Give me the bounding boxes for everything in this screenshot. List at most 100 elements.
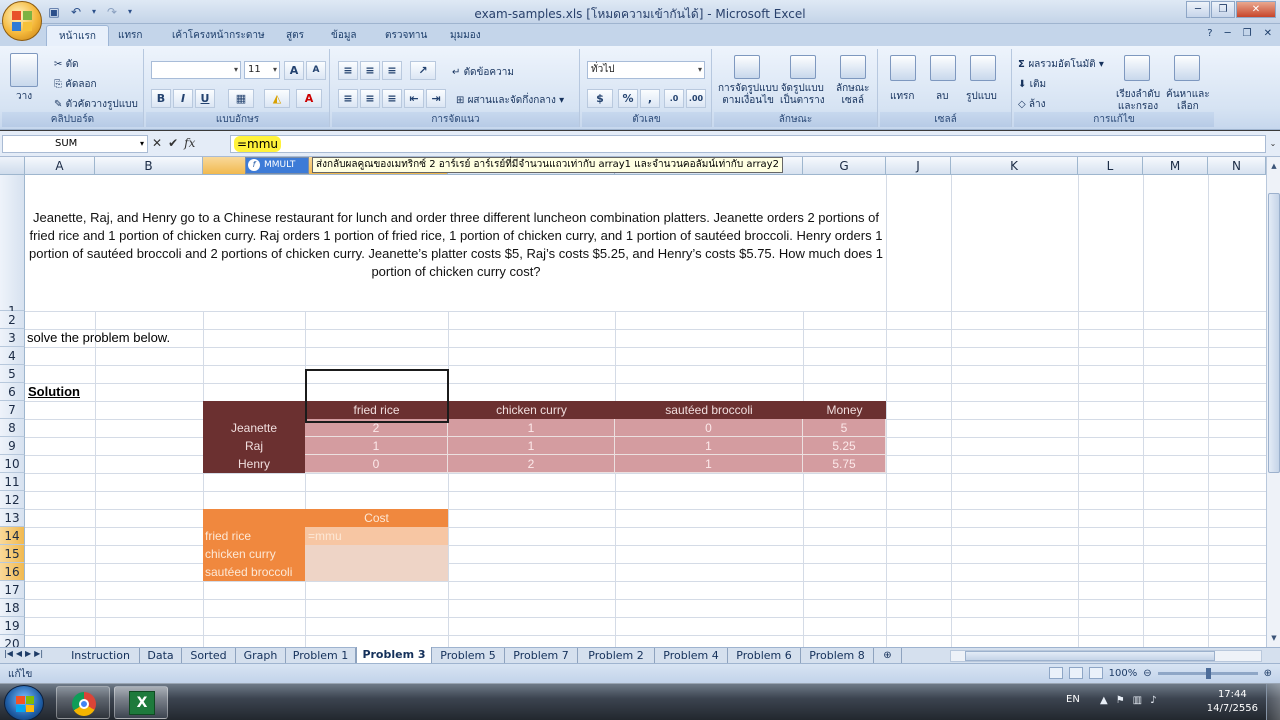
matrix-value-cell[interactable]: 5.75 (803, 455, 886, 473)
row-header[interactable]: 8 (0, 419, 25, 437)
row-header[interactable]: 15 (0, 545, 25, 563)
autosum-button[interactable]: Σ ผลรวมอัตโนมัติ ▾ (1018, 57, 1104, 72)
ribbon-minimize-icon[interactable]: ─ (1225, 28, 1231, 39)
sheet-tab-active[interactable]: Problem 3 (356, 647, 432, 664)
column-header[interactable]: M (1143, 157, 1208, 175)
row-header[interactable]: 20 (0, 635, 25, 647)
align-middle-icon[interactable]: ≡ (360, 61, 380, 80)
format-as-table-button[interactable]: จัดรูปแบบ เป็นตาราง (780, 83, 825, 107)
taskbar-chrome[interactable] (56, 686, 110, 719)
column-header[interactable]: A (25, 157, 95, 175)
formula-input[interactable]: =mmu (230, 135, 1266, 153)
row-header[interactable]: 18 (0, 599, 25, 617)
row-header[interactable]: 16 (0, 563, 25, 581)
zoom-level[interactable]: 100% (1109, 668, 1138, 679)
matrix-value-cell[interactable]: 5.25 (803, 437, 886, 455)
sheet-tab[interactable]: Sorted (182, 648, 236, 663)
vertical-scrollbar[interactable]: ▲ ▼ (1266, 157, 1280, 647)
scroll-up-icon[interactable]: ▲ (1268, 159, 1280, 173)
font-color-icon[interactable]: A (296, 89, 322, 108)
row-header[interactable]: 1 (0, 175, 25, 318)
clear-button[interactable]: ◇ ล้าง (1018, 97, 1046, 112)
sheet-tab[interactable]: Graph (236, 648, 286, 663)
insert-sheet-icon[interactable]: ⊕ (874, 648, 902, 663)
sheet-tab[interactable]: Problem 6 (728, 648, 801, 663)
last-sheet-icon[interactable]: ▶| (34, 649, 43, 658)
matrix-value-cell[interactable]: 5 (803, 419, 886, 437)
insert-cells-button[interactable]: แทรก (890, 89, 914, 104)
row-header[interactable]: 7 (0, 401, 25, 419)
wrap-text-button[interactable]: ↵ ตัดข้อความ (452, 65, 514, 80)
taskbar-clock[interactable]: 17:44 14/7/2556 (1207, 688, 1258, 716)
row-header[interactable]: 2 (0, 311, 25, 329)
underline-button[interactable]: U (195, 89, 215, 108)
insert-function-icon[interactable]: fx (184, 136, 195, 150)
confirm-entry-icon[interactable]: ✔ (168, 136, 178, 150)
fill-button[interactable]: ⬇ เติม (1018, 77, 1046, 92)
row-header[interactable]: 14 (0, 527, 25, 545)
column-header[interactable]: L (1078, 157, 1143, 175)
format-cells-button[interactable]: รูปแบบ (966, 89, 997, 104)
font-name-combo[interactable]: ▾ (151, 61, 241, 79)
scroll-down-icon[interactable]: ▼ (1268, 631, 1280, 645)
tab-insert[interactable]: แทรก (118, 28, 142, 43)
increase-indent-icon[interactable]: ⇥ (426, 89, 446, 108)
vertical-scroll-thumb[interactable] (1268, 193, 1280, 473)
grow-font-icon[interactable]: A (284, 61, 304, 80)
font-size-combo[interactable]: 11 ▾ (244, 61, 280, 79)
autocomplete-item[interactable]: f MMULT (246, 158, 308, 173)
minimize-button[interactable]: ─ (1186, 1, 1210, 18)
format-painter-button[interactable]: ✎ ตัวคัดวางรูปแบบ (54, 97, 138, 112)
tab-review[interactable]: ตรวจทาน (385, 28, 427, 43)
matrix-value-cell[interactable]: 0 (305, 455, 448, 473)
sort-filter-button[interactable]: เรียงลำดับ และกรอง (1116, 89, 1160, 113)
help-icon[interactable]: ? (1207, 28, 1212, 39)
find-select-button[interactable]: ค้นหาและ เลือก (1166, 89, 1210, 113)
percent-button[interactable]: % (618, 89, 638, 108)
matrix-value-cell[interactable]: 1 (615, 437, 803, 455)
cut-button[interactable]: ✂ ตัด (54, 57, 79, 72)
show-desktop-button[interactable] (1266, 684, 1280, 720)
row-header[interactable]: 9 (0, 437, 25, 455)
sheet-tab[interactable]: Problem 7 (505, 648, 578, 663)
matrix-value-cell[interactable]: 1 (305, 437, 448, 455)
sheet-tab[interactable]: Problem 4 (655, 648, 728, 663)
comma-button[interactable]: , (640, 89, 660, 108)
cost-value-cell[interactable] (305, 545, 448, 563)
row-header[interactable]: 19 (0, 617, 25, 635)
name-box[interactable]: SUM ▾ (2, 135, 148, 153)
network-icon[interactable]: ▥ (1133, 695, 1142, 706)
conditional-format-button[interactable]: การจัดรูปแบบ ตามเงื่อนไข (718, 83, 778, 107)
matrix-value-cell[interactable]: 2 (305, 419, 448, 437)
next-sheet-icon[interactable]: ▶ (25, 649, 31, 658)
decrease-indent-icon[interactable]: ⇤ (404, 89, 424, 108)
delete-cells-button[interactable]: ลบ (936, 89, 948, 104)
sheet-tab[interactable]: Problem 5 (432, 648, 505, 663)
matrix-value-cell[interactable]: 2 (448, 455, 615, 473)
row-header[interactable]: 11 (0, 473, 25, 491)
row-header[interactable]: 17 (0, 581, 25, 599)
matrix-value-cell[interactable]: 1 (448, 437, 615, 455)
tab-page-layout[interactable]: เค้าโครงหน้ากระดาษ (172, 28, 265, 43)
language-indicator[interactable]: EN (1066, 694, 1080, 705)
merge-center-button[interactable]: ⊞ ผสานและจัดกึ่งกลาง ▾ (456, 93, 564, 108)
row-header[interactable]: 13 (0, 509, 25, 527)
bold-button[interactable]: B (151, 89, 171, 108)
decrease-decimal-icon[interactable]: .00 (686, 89, 706, 108)
tab-formulas[interactable]: สูตร (286, 28, 304, 43)
zoom-slider-thumb[interactable] (1205, 667, 1211, 679)
tab-home[interactable]: หน้าแรก (46, 25, 109, 46)
row-header[interactable]: 12 (0, 491, 25, 509)
row-header[interactable]: 5 (0, 365, 25, 383)
zoom-out-icon[interactable]: ⊖ (1143, 668, 1151, 679)
office-button[interactable] (2, 1, 42, 41)
sheet-tab[interactable]: Problem 2 (578, 648, 655, 663)
copy-button[interactable]: ⎘ คัดลอก (54, 77, 97, 92)
ribbon-close-icon[interactable]: ✕ (1264, 28, 1272, 39)
first-sheet-icon[interactable]: |◀ (4, 649, 13, 658)
tab-data[interactable]: ข้อมูล (331, 28, 357, 43)
sheet-tab[interactable]: Problem 1 (286, 648, 356, 663)
start-button[interactable] (4, 685, 44, 720)
row-header[interactable]: 4 (0, 347, 25, 365)
column-header[interactable]: J (886, 157, 951, 175)
